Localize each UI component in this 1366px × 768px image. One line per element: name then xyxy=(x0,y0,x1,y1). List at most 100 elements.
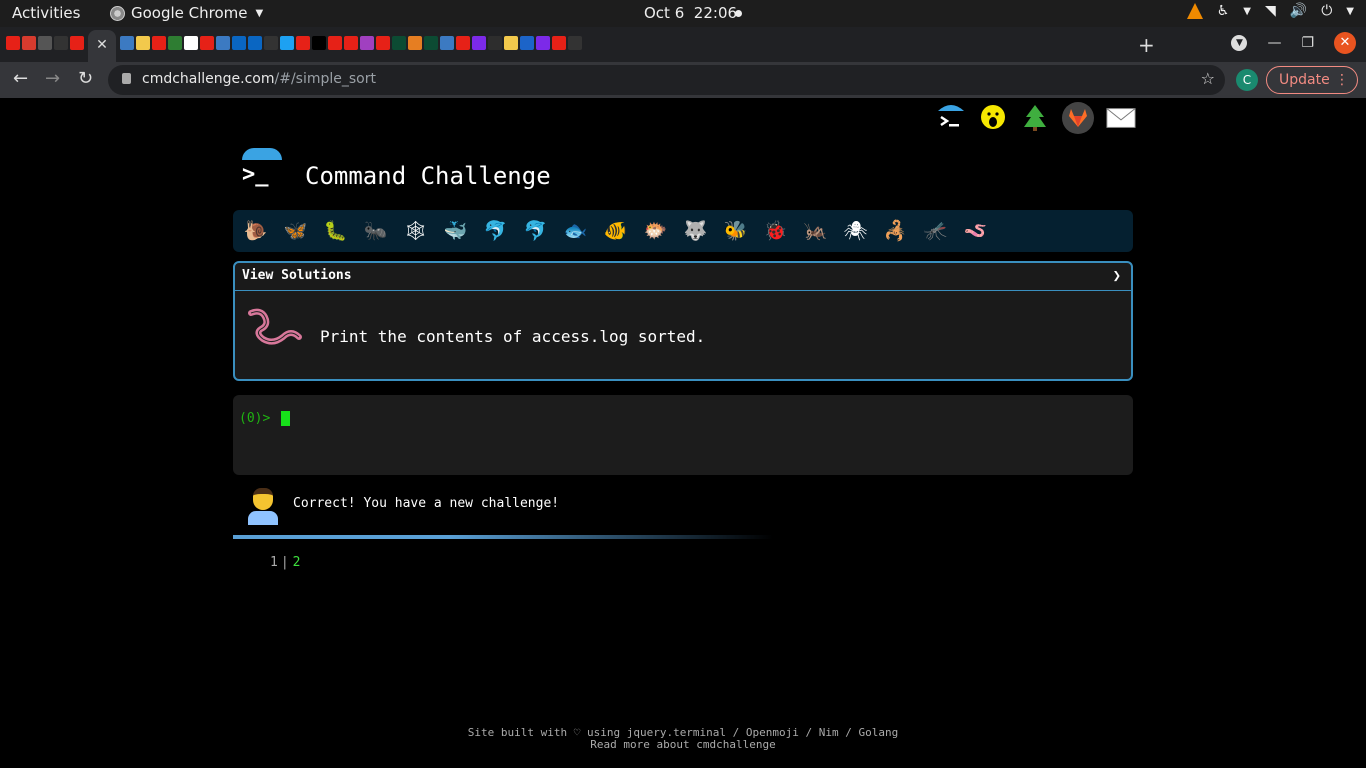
corner-links xyxy=(936,102,1136,134)
gitlab-icon[interactable] xyxy=(1062,102,1094,134)
tab-favicon[interactable] xyxy=(520,36,534,50)
tab-search-icon[interactable]: ▼ xyxy=(1231,35,1248,51)
close-window-button[interactable]: ✕ xyxy=(1334,32,1356,54)
tab-favicon[interactable] xyxy=(488,36,502,50)
challenge-critter-icon[interactable]: 🦋 xyxy=(281,217,310,246)
chevron-right-icon: ❯ xyxy=(1112,268,1121,284)
challenge-critter-icon[interactable]: 🐳 xyxy=(441,217,470,246)
solutions-panel: View Solutions ❯ Print the contents of a… xyxy=(233,261,1133,381)
challenge-critter-icon[interactable]: 🐞 xyxy=(761,217,790,246)
tab-favicon[interactable] xyxy=(184,36,198,50)
challenge-critter-icon[interactable]: 🐌 xyxy=(241,217,270,246)
output-value: 2 xyxy=(292,555,301,570)
tab-favicon[interactable] xyxy=(536,36,550,50)
challenge-critter-icon[interactable]: 🕸 xyxy=(401,217,430,246)
challenge-critter-icon[interactable]: 🐡 xyxy=(641,217,670,246)
tab-favicon[interactable] xyxy=(54,36,68,50)
url-text[interactable]: cmdchallenge.com/#/simple_sort xyxy=(142,71,376,87)
chevron-down-icon: ▼ xyxy=(1346,5,1354,17)
tab-favicon[interactable] xyxy=(280,36,294,50)
challenge-critter-icon[interactable]: 🐬 xyxy=(481,217,510,246)
tab-favicon[interactable] xyxy=(328,36,342,50)
tab-favicon[interactable] xyxy=(360,36,374,50)
app-menu[interactable]: Google Chrome ▼ xyxy=(110,4,263,22)
back-button[interactable]: ← xyxy=(13,68,28,89)
clock[interactable]: Oct 6 22:06 xyxy=(644,4,737,22)
tab-favicon[interactable] xyxy=(408,36,422,50)
tab-favicon[interactable] xyxy=(38,36,52,50)
tab-favicon[interactable] xyxy=(424,36,438,50)
reload-button[interactable]: ↻ xyxy=(78,68,93,89)
profile-avatar[interactable]: C xyxy=(1236,69,1258,91)
tab-favicon[interactable] xyxy=(312,36,326,50)
tab-favicon[interactable] xyxy=(232,36,246,50)
tab-favicon[interactable] xyxy=(440,36,454,50)
minimize-button[interactable]: — xyxy=(1267,35,1281,51)
terminal-prompt: (0)> xyxy=(239,411,271,426)
tab-favicon[interactable] xyxy=(70,36,84,50)
forward-button[interactable]: → xyxy=(45,68,60,89)
challenge-critter-icon[interactable]: 🐠 xyxy=(601,217,630,246)
tab-favicon[interactable] xyxy=(248,36,262,50)
challenge-critter-icon[interactable]: 🐝 xyxy=(721,217,750,246)
tab-favicon[interactable] xyxy=(296,36,310,50)
update-label: Update xyxy=(1279,72,1330,88)
worm-icon xyxy=(247,307,303,347)
kebab-menu-icon: ⋮ xyxy=(1335,72,1349,88)
cmdchallenge-icon[interactable] xyxy=(936,103,966,133)
mail-icon[interactable] xyxy=(1106,103,1136,133)
tree-icon[interactable] xyxy=(1020,103,1050,133)
active-tab-close-icon[interactable]: ✕ xyxy=(88,30,116,62)
wifi-icon[interactable]: ◥ xyxy=(1265,3,1276,19)
tab-favicon[interactable] xyxy=(568,36,582,50)
tab-favicon[interactable] xyxy=(168,36,182,50)
challenge-critter-icon[interactable]: 🪱 xyxy=(961,217,990,246)
challenge-progress-bar: 🐌 🦋 🐛 🐜 🕸 🐳 🐬 🐬 🐟 🐠 🐡 🐺 🐝 🐞 🦗 🕷 🦂 🦟 🪱 xyxy=(233,210,1133,252)
command-output: 1 | 2 xyxy=(270,555,300,570)
challenge-critter-icon[interactable]: 🦗 xyxy=(801,217,830,246)
url-host: cmdchallenge.com xyxy=(142,71,275,87)
lock-icon[interactable] xyxy=(122,73,131,84)
tab-favicon[interactable] xyxy=(504,36,518,50)
power-icon[interactable]: ⏻ xyxy=(1321,3,1332,19)
tab-favicon[interactable] xyxy=(456,36,470,50)
challenge-critter-icon[interactable]: 🦂 xyxy=(881,217,910,246)
challenge-critter-icon[interactable]: 🐺 xyxy=(681,217,710,246)
tab-strip: ✕ + ▼ — ❐ ✕ xyxy=(0,27,1366,62)
challenge-critter-icon[interactable]: 🐛 xyxy=(321,217,350,246)
accessibility-icon[interactable]: ♿ xyxy=(1217,3,1230,19)
challenge-critter-icon[interactable]: 🐟 xyxy=(561,217,590,246)
bookmark-star-icon[interactable]: ☆ xyxy=(1201,69,1215,88)
address-bar[interactable]: cmdchallenge.com/#/simple_sort ☆ xyxy=(108,65,1225,95)
tab-favicon[interactable] xyxy=(200,36,214,50)
view-solutions-toggle[interactable]: View Solutions ❯ xyxy=(235,263,1131,291)
terminal-input[interactable]: (0)> xyxy=(233,395,1133,475)
activities-button[interactable]: Activities xyxy=(12,4,80,22)
tab-favicon[interactable] xyxy=(152,36,166,50)
footer-read-more[interactable]: Read more about cmdchallenge xyxy=(0,739,1366,751)
update-button[interactable]: Update ⋮ xyxy=(1266,66,1358,94)
tab-favicon[interactable] xyxy=(344,36,358,50)
challenge-critter-icon[interactable]: 🕷 xyxy=(841,217,870,246)
tab-favicon[interactable] xyxy=(552,36,566,50)
volume-icon[interactable]: 🔊 xyxy=(1290,3,1307,19)
tab-favicon[interactable] xyxy=(216,36,230,50)
tab-favicon[interactable] xyxy=(120,36,134,50)
vlc-icon[interactable] xyxy=(1186,3,1203,19)
challenge-critter-icon[interactable]: 🦟 xyxy=(921,217,950,246)
challenge-description: Print the contents of access.log sorted. xyxy=(320,327,706,346)
tab-favicon[interactable] xyxy=(264,36,278,50)
maximize-button[interactable]: ❐ xyxy=(1301,35,1314,51)
tab-favicon[interactable] xyxy=(376,36,390,50)
tab-favicon[interactable] xyxy=(22,36,36,50)
tab-favicon[interactable] xyxy=(136,36,150,50)
oops-emoji-icon[interactable] xyxy=(978,103,1008,133)
challenge-critter-icon[interactable]: 🐬 xyxy=(521,217,550,246)
new-tab-button[interactable]: + xyxy=(1138,33,1155,57)
tab-favicon[interactable] xyxy=(6,36,20,50)
system-tray[interactable]: ♿ ▼ ◥ 🔊 ⏻ ▼ xyxy=(1186,3,1354,19)
challenge-critter-icon[interactable]: 🐜 xyxy=(361,217,390,246)
tab-favicon[interactable] xyxy=(392,36,406,50)
output-separator: | xyxy=(280,555,289,570)
tab-favicon[interactable] xyxy=(472,36,486,50)
